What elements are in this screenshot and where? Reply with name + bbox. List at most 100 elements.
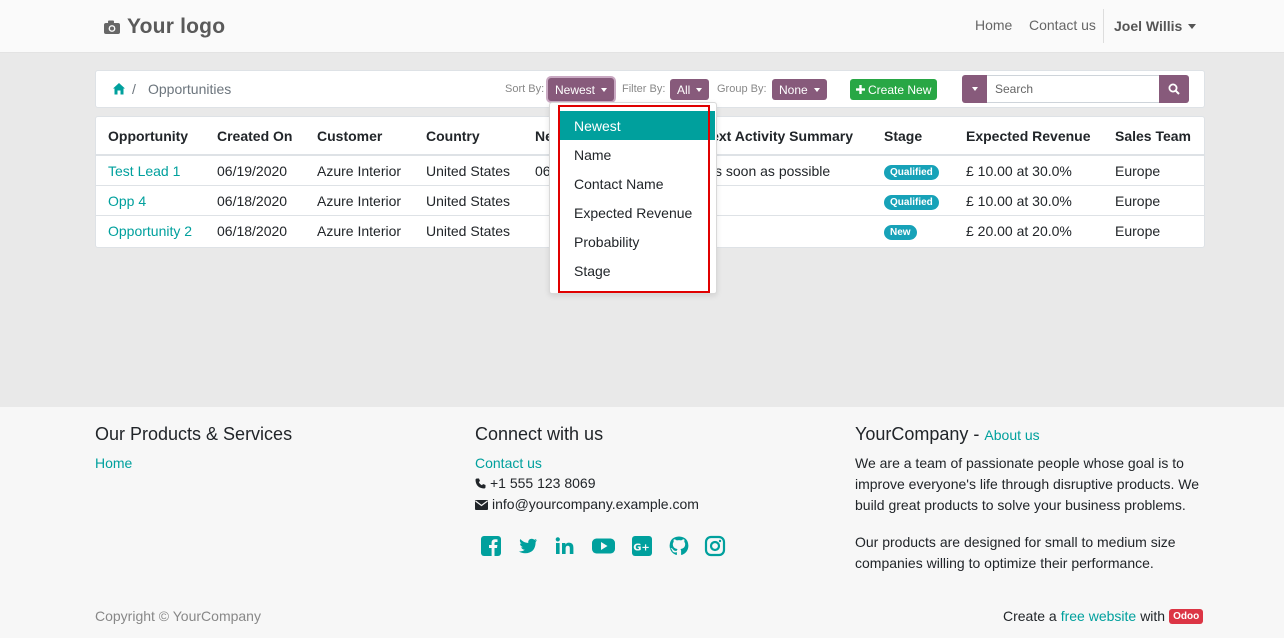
column-header-customer[interactable]: Customer (317, 128, 382, 144)
customer-cell: Azure Interior (317, 163, 402, 179)
connect-heading: Connect with us (475, 424, 604, 444)
company-heading-row: YourCompany - About us (855, 424, 1040, 445)
column-header-expected-revenue[interactable]: Expected Revenue (966, 128, 1091, 144)
customer-cell: Azure Interior (317, 193, 402, 209)
user-menu[interactable]: Joel Willis (1103, 9, 1197, 43)
chevron-down-icon (696, 87, 703, 92)
create-new-button[interactable]: Create New (850, 79, 938, 100)
filter-by-dropdown[interactable]: All (670, 79, 710, 100)
breadcrumb-separator: / (132, 81, 136, 97)
created-on-cell: 06/19/2020 (217, 163, 288, 179)
sort-option-stage[interactable]: Stage (560, 256, 715, 285)
camera-icon (104, 20, 120, 34)
search-button[interactable] (1159, 75, 1189, 103)
status-badge: Qualified (884, 195, 939, 210)
website-credit: Create a free website with Odoo (1003, 608, 1204, 624)
sales-team-cell: Europe (1115, 163, 1161, 179)
home-icon[interactable] (112, 82, 126, 96)
github-icon[interactable] (668, 535, 690, 557)
opportunity-link[interactable]: Opp 4 (108, 193, 146, 209)
sort-option-contact-name[interactable]: Contact Name (560, 169, 715, 198)
nav-home-link[interactable]: Home (975, 17, 1012, 33)
sort-option-expected-revenue[interactable]: Expected Revenue (560, 198, 715, 227)
filter-by-label: Filter By: (622, 83, 666, 95)
status-badge: New (884, 225, 917, 240)
created-on-cell: 06/18/2020 (217, 193, 288, 209)
column-header-created-on[interactable]: Created On (217, 128, 292, 144)
create-new-label: Create New (868, 82, 932, 97)
opportunity-link[interactable]: Opportunity 2 (108, 223, 192, 239)
google-plus-icon[interactable]: G+ (631, 535, 653, 557)
phone-text: +1 555 123 8069 (490, 475, 596, 491)
footer-home-link[interactable]: Home (95, 455, 132, 471)
logo[interactable]: Your logo (103, 12, 225, 42)
chevron-down-icon (813, 87, 820, 92)
group-by-dropdown[interactable]: None (772, 79, 827, 100)
expected-revenue-cell: £ 20.00 at 20.0% (966, 223, 1072, 239)
column-header-country[interactable]: Country (426, 128, 480, 144)
sort-by-dropdown[interactable]: Newest (548, 78, 615, 101)
country-cell: United States (426, 223, 511, 239)
sort-by-label: Sort By: (505, 83, 545, 95)
email-text: info@yourcompany.example.com (492, 496, 699, 512)
activity-summary-cell: s soon as possible (715, 163, 831, 179)
column-header-opportunity[interactable]: Opportunity (108, 128, 188, 144)
sort-option-name[interactable]: Name (560, 140, 715, 169)
footer: Our Products & Services Home Connect wit… (0, 407, 1284, 638)
phone-icon (475, 478, 486, 489)
sales-team-cell: Europe (1115, 193, 1161, 209)
created-on-cell: 06/18/2020 (217, 223, 288, 239)
envelope-icon (475, 499, 488, 510)
company-heading-dash: - (973, 424, 980, 444)
search-input[interactable] (987, 75, 1159, 103)
group-by-value: None (779, 82, 808, 97)
copyright-text: Copyright © YourCompany (95, 608, 261, 624)
odoo-badge[interactable]: Odoo (1169, 608, 1204, 624)
sort-option-newest[interactable]: Newest (560, 111, 715, 140)
search-options-button[interactable] (962, 75, 987, 103)
logo-text: Your logo (127, 15, 226, 38)
credit-prefix: Create a (1003, 608, 1057, 624)
expected-revenue-cell: £ 10.00 at 30.0% (966, 193, 1072, 209)
company-heading: YourCompany (855, 424, 969, 444)
plus-icon (856, 85, 865, 94)
breadcrumb-current: Opportunities (148, 81, 232, 97)
chevron-down-icon (601, 87, 608, 92)
sort-by-value: Newest (555, 82, 596, 97)
linkedin-icon[interactable] (554, 535, 576, 557)
sort-by-menu: Newest Name Contact Name Expected Revenu… (549, 102, 717, 294)
twitter-icon[interactable] (517, 535, 539, 557)
expected-revenue-cell: £ 10.00 at 30.0% (966, 163, 1072, 179)
group-by-label: Group By: (717, 83, 767, 95)
nav-contact-link[interactable]: Contact us (1029, 17, 1096, 33)
chevron-down-icon (971, 87, 978, 91)
svg-text:G+: G+ (633, 543, 650, 554)
about-paragraph-2: Our products are designed for small to m… (855, 534, 1176, 571)
products-heading: Our Products & Services (95, 424, 293, 444)
about-paragraph-1: We are a team of passionate people whose… (855, 455, 1200, 513)
instagram-icon[interactable] (704, 535, 726, 557)
filter-by-value: All (677, 82, 691, 97)
phone-row: +1 555 123 8069 (475, 473, 596, 494)
facebook-icon[interactable] (480, 535, 502, 557)
credit-with: with (1140, 608, 1166, 624)
youtube-icon[interactable] (591, 535, 616, 557)
opportunity-link[interactable]: Test Lead 1 (108, 163, 180, 179)
status-badge: Qualified (884, 165, 939, 180)
about-us-link[interactable]: About us (984, 427, 1039, 443)
free-website-link[interactable]: free website (1061, 608, 1136, 624)
column-header-sales-team[interactable]: Sales Team (1115, 128, 1191, 144)
search-group (962, 75, 1189, 103)
customer-cell: Azure Interior (317, 223, 402, 239)
country-cell: United States (426, 193, 511, 209)
email-row: info@yourcompany.example.com (475, 494, 699, 515)
sales-team-cell: Europe (1115, 223, 1161, 239)
country-cell: United States (426, 163, 511, 179)
sort-option-probability[interactable]: Probability (560, 227, 715, 256)
search-icon (1168, 83, 1180, 95)
column-header-stage[interactable]: Stage (884, 128, 922, 144)
top-navbar: Your logo Home Contact us Joel Willis (0, 0, 1284, 53)
column-header-next-activity-summary[interactable]: Next Activity Summary (701, 128, 853, 144)
chevron-down-icon (1188, 23, 1197, 29)
footer-contact-link[interactable]: Contact us (475, 455, 542, 471)
